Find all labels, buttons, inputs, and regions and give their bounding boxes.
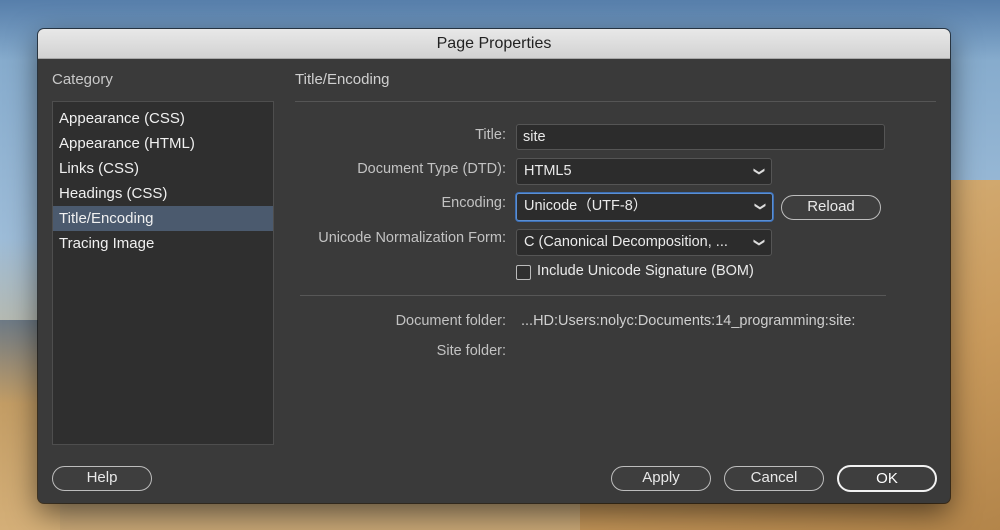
ok-button[interactable]: OK: [837, 465, 937, 492]
document-folder-value: ...HD:Users:nolyc:Documents:14_programmi…: [521, 313, 856, 329]
normalization-label: Unicode Normalization Form:: [318, 230, 506, 246]
category-item-appearance-html[interactable]: Appearance (HTML): [53, 131, 273, 156]
title-input[interactable]: site: [516, 124, 885, 150]
reload-button[interactable]: Reload: [781, 195, 881, 220]
page-properties-dialog: Page Properties Category Title/Encoding …: [38, 29, 950, 503]
chevron-down-icon: ❯: [752, 237, 765, 248]
chevron-down-icon: ❯: [752, 166, 765, 177]
encoding-select[interactable]: Unicode（UTF-8） ❯: [516, 193, 773, 221]
section-divider: [295, 101, 936, 102]
category-item-headings-css[interactable]: Headings (CSS): [53, 181, 273, 206]
cancel-button[interactable]: Cancel: [724, 466, 824, 491]
title-label: Title:: [475, 127, 506, 143]
chevron-down-icon: ❯: [753, 201, 766, 212]
category-list: Appearance (CSS) Appearance (HTML) Links…: [52, 101, 274, 445]
doctype-select[interactable]: HTML5 ❯: [516, 158, 772, 185]
section-title: Title/Encoding: [295, 71, 390, 88]
category-item-tracing-image[interactable]: Tracing Image: [53, 231, 273, 256]
apply-button[interactable]: Apply: [611, 466, 711, 491]
category-item-appearance-css[interactable]: Appearance (CSS): [53, 106, 273, 131]
encoding-value: Unicode（UTF-8）: [524, 198, 648, 214]
normalization-value: C (Canonical Decomposition, ...: [524, 234, 728, 250]
site-folder-label: Site folder:: [436, 343, 506, 359]
document-folder-label: Document folder:: [395, 313, 506, 329]
category-item-links-css[interactable]: Links (CSS): [53, 156, 273, 181]
bom-label[interactable]: Include Unicode Signature (BOM): [537, 263, 754, 279]
doctype-label: Document Type (DTD):: [357, 161, 506, 177]
help-button[interactable]: Help: [52, 466, 152, 491]
normalization-select[interactable]: C (Canonical Decomposition, ... ❯: [516, 229, 772, 256]
category-heading: Category: [52, 71, 113, 88]
folders-divider: [300, 295, 886, 296]
encoding-label: Encoding:: [441, 195, 507, 211]
bom-checkbox[interactable]: [516, 265, 531, 280]
doctype-value: HTML5: [524, 163, 572, 179]
dialog-title: Page Properties: [38, 29, 950, 59]
category-item-title-encoding[interactable]: Title/Encoding: [53, 206, 273, 231]
